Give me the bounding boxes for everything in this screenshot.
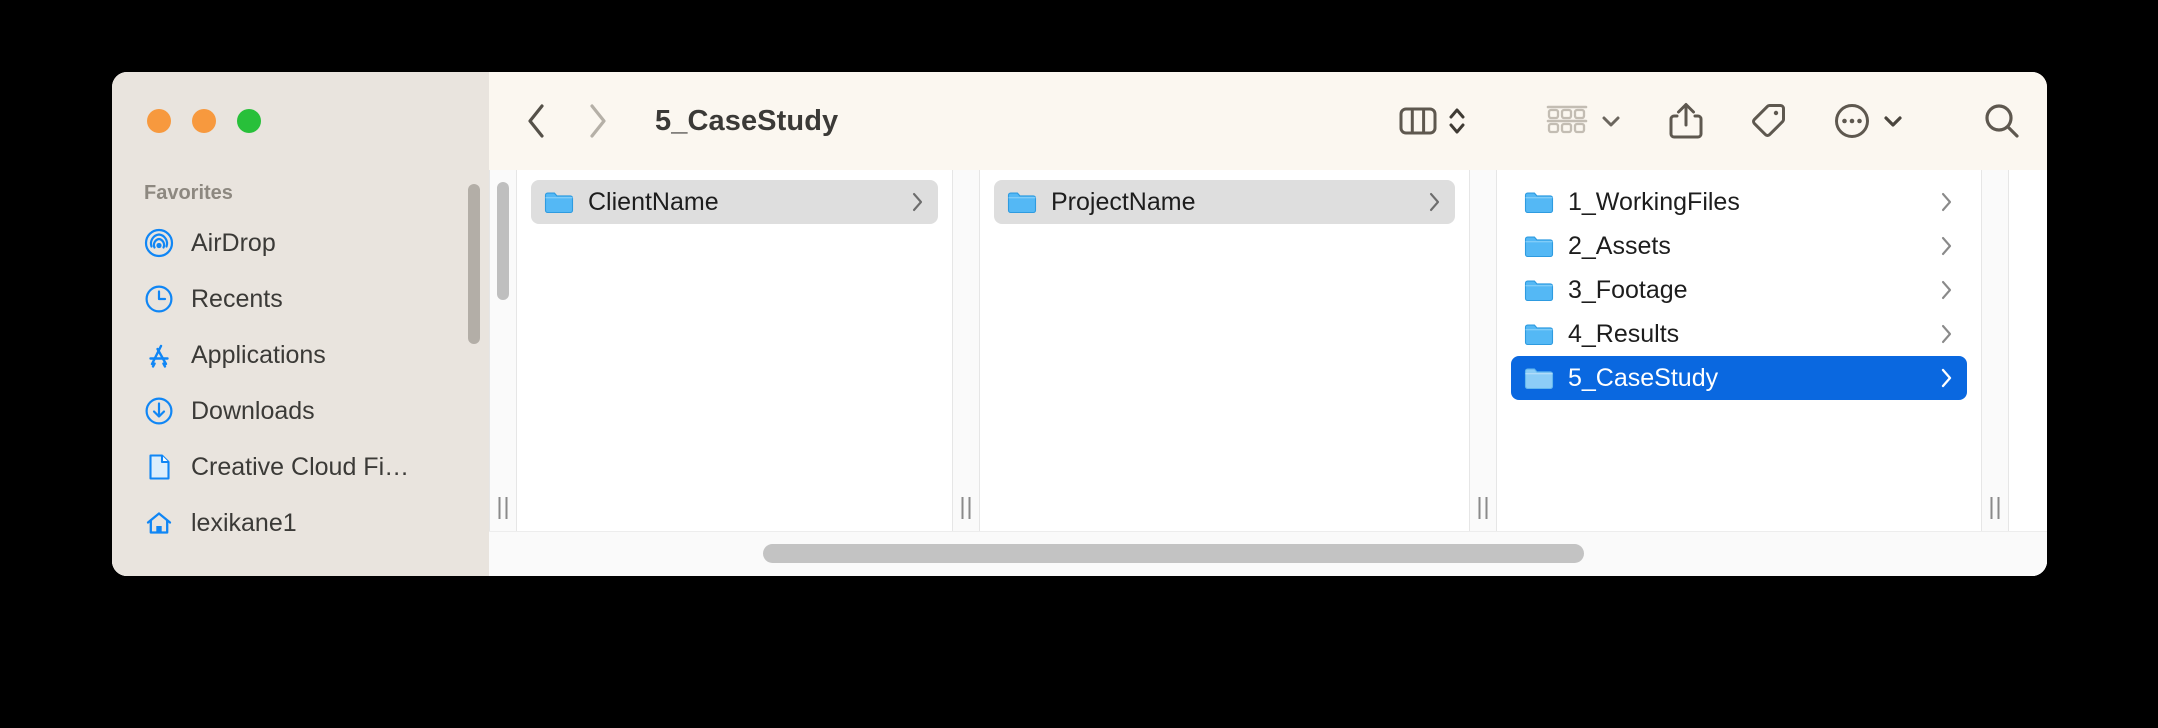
list-item-selected[interactable]: 5_CaseStudy: [1511, 356, 1967, 400]
list-item[interactable]: ClientName: [531, 180, 938, 224]
list-item-label: 3_Footage: [1568, 275, 1688, 304]
column-resize-handle[interactable]: [1478, 497, 1488, 519]
column-gutter-3[interactable]: [1981, 170, 2009, 531]
list-item-label: 1_WorkingFiles: [1568, 187, 1740, 216]
sidebar-item-creative-cloud-files[interactable]: Creative Cloud Fi…: [112, 439, 489, 495]
chevron-right-icon: [1940, 191, 1953, 213]
sidebar-item-applications[interactable]: Applications: [112, 327, 489, 383]
sidebar-section-favorites: Favorites: [144, 182, 233, 204]
zoom-button[interactable]: [237, 109, 261, 133]
toolbar: 5_CaseStudy: [489, 72, 2047, 170]
clock-icon: [144, 284, 174, 314]
more-actions-chevron-icon[interactable]: [1881, 111, 1905, 131]
sidebar-item-label: Downloads: [191, 396, 315, 425]
list-item-label: ClientName: [588, 187, 719, 216]
chevron-right-icon: [1428, 191, 1441, 213]
folder-icon: [1524, 277, 1554, 303]
column-1: ClientName: [517, 170, 952, 531]
column-resize-handle[interactable]: [1990, 497, 2000, 519]
column-4: [2009, 170, 2047, 531]
sidebar-header: [112, 72, 489, 170]
view-mode-stepper[interactable]: [1447, 101, 1467, 141]
column-resize-handle[interactable]: [961, 497, 971, 519]
screenshot-root: 5_CaseStudy Favorites AirDrop Recents Ap…: [0, 0, 2158, 728]
folder-icon: [1007, 189, 1037, 215]
horizontal-scrollbar-thumb[interactable]: [763, 544, 1584, 563]
columns-area: ClientName ProjectName 1_WorkingFiles 2_…: [489, 170, 2047, 576]
column-3: 1_WorkingFiles 2_Assets 3_Footage 4_Resu…: [1497, 170, 1981, 531]
horizontal-scrollbar-track[interactable]: [489, 531, 2047, 576]
home-icon: [144, 508, 174, 538]
column-gutter-2[interactable]: [1469, 170, 1497, 531]
list-item-label: 2_Assets: [1568, 231, 1671, 260]
download-circle-icon: [144, 396, 174, 426]
sidebar-item-downloads[interactable]: Downloads: [112, 383, 489, 439]
folder-icon: [1524, 321, 1554, 347]
column-0-scrollbar[interactable]: [497, 182, 509, 300]
group-by-chevron-icon[interactable]: [1599, 111, 1623, 131]
column-browser: ClientName ProjectName 1_WorkingFiles 2_…: [489, 170, 2047, 531]
chevron-right-icon: [1940, 323, 1953, 345]
sidebar-item-label: AirDrop: [191, 228, 276, 257]
traffic-light-group: [147, 109, 261, 133]
list-item-label: 5_CaseStudy: [1568, 363, 1719, 392]
minimize-button[interactable]: [192, 109, 216, 133]
list-item[interactable]: 2_Assets: [1511, 224, 1967, 268]
airdrop-icon: [144, 228, 174, 258]
toolbar-right-group: [1399, 72, 2021, 170]
applications-icon: [144, 340, 174, 370]
column-resize-handle[interactable]: [498, 497, 508, 519]
sidebar-item-label: Creative Cloud Fi…: [191, 452, 410, 481]
sidebar-item-home[interactable]: lexikane1: [112, 495, 489, 551]
page-title: 5_CaseStudy: [655, 104, 839, 137]
tag-button[interactable]: [1749, 102, 1787, 140]
sidebar-item-recents[interactable]: Recents: [112, 271, 489, 327]
folder-icon: [544, 189, 574, 215]
document-icon: [144, 452, 174, 482]
sidebar: Favorites AirDrop Recents Applications D…: [112, 170, 489, 576]
group-by-button[interactable]: [1545, 103, 1589, 139]
close-button[interactable]: [147, 109, 171, 133]
folder-icon: [1524, 365, 1554, 391]
sidebar-item-airdrop[interactable]: AirDrop: [112, 215, 489, 271]
list-item-label: ProjectName: [1051, 187, 1196, 216]
more-actions-button[interactable]: [1833, 102, 1871, 140]
chevron-right-icon: [911, 191, 924, 213]
navigation-buttons: [519, 101, 615, 141]
sidebar-scrollbar[interactable]: [468, 184, 480, 344]
finder-window: 5_CaseStudy Favorites AirDrop Recents Ap…: [112, 72, 2047, 576]
chevron-right-icon: [1940, 235, 1953, 257]
folder-icon: [1524, 233, 1554, 259]
forward-button[interactable]: [581, 101, 615, 141]
list-item-label: 4_Results: [1568, 319, 1680, 348]
window-topbar: 5_CaseStudy: [112, 72, 2047, 170]
share-button[interactable]: [1669, 101, 1703, 141]
sidebar-item-label: Recents: [191, 284, 283, 313]
view-mode-button[interactable]: [1399, 105, 1437, 137]
search-button[interactable]: [1983, 102, 2021, 140]
list-item[interactable]: ProjectName: [994, 180, 1455, 224]
folder-icon: [1524, 189, 1554, 215]
list-item[interactable]: 4_Results: [1511, 312, 1967, 356]
sidebar-item-label: Applications: [191, 340, 326, 369]
list-item[interactable]: 3_Footage: [1511, 268, 1967, 312]
chevron-right-icon: [1940, 279, 1953, 301]
window-body: Favorites AirDrop Recents Applications D…: [112, 170, 2047, 576]
column-gutter-0[interactable]: [489, 170, 517, 531]
column-2: ProjectName: [980, 170, 1469, 531]
back-button[interactable]: [519, 101, 553, 141]
sidebar-item-label: lexikane1: [191, 508, 297, 537]
column-gutter-1[interactable]: [952, 170, 980, 531]
list-item[interactable]: 1_WorkingFiles: [1511, 180, 1967, 224]
chevron-right-icon: [1940, 367, 1953, 389]
